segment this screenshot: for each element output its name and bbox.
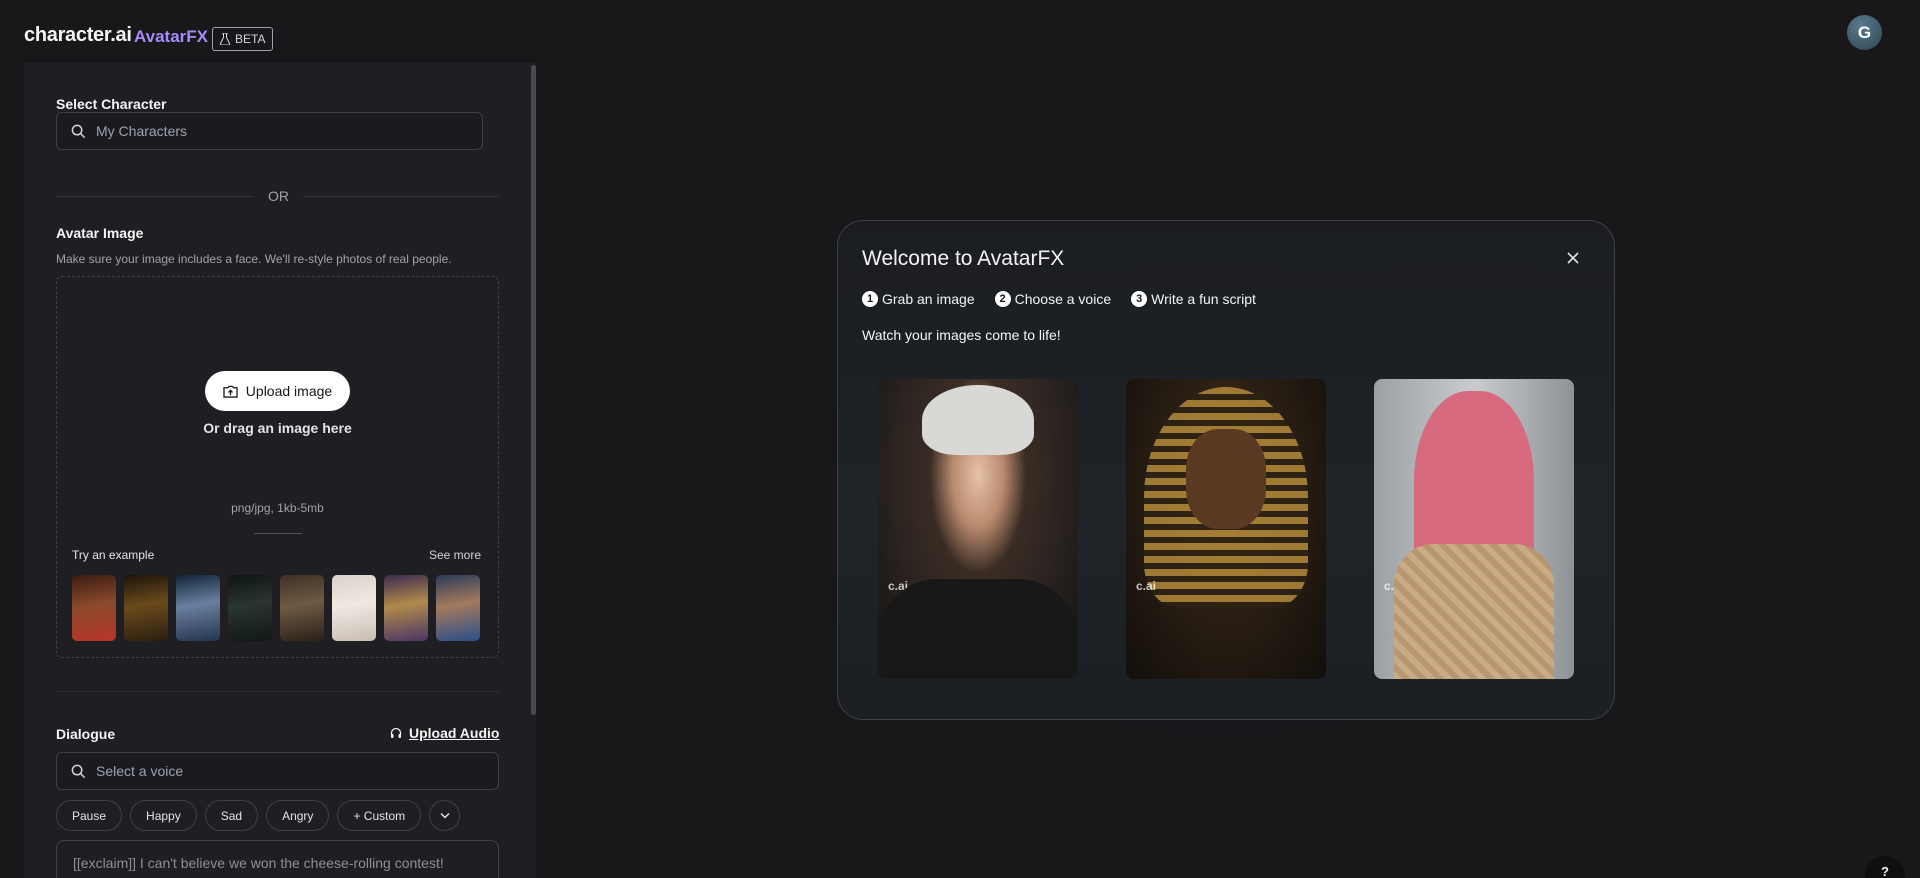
divider-right <box>303 196 499 197</box>
example-thumbnail[interactable] <box>436 575 480 641</box>
example-video-card[interactable]: c.ai <box>878 379 1078 679</box>
upload-icon <box>223 385 238 398</box>
card-watermark: c.ai <box>1136 579 1157 593</box>
step-2: 2 Choose a voice <box>994 291 1112 307</box>
onboarding-steps: 1 Grab an image 2 Choose a voice 3 Write… <box>862 291 1256 307</box>
example-thumbnail[interactable] <box>280 575 324 641</box>
or-divider-text: OR <box>268 188 289 204</box>
section-divider <box>56 691 499 692</box>
app-logo[interactable]: character.ai <box>24 24 132 47</box>
headphones-icon <box>390 727 402 738</box>
upload-image-label: Upload image <box>245 383 333 399</box>
voice-search-input[interactable]: Select a voice <box>56 752 499 790</box>
dialogue-label: Dialogue <box>56 726 116 742</box>
chip-happy[interactable]: Happy <box>130 800 197 831</box>
character-search-placeholder: My Characters <box>96 123 188 139</box>
example-thumbnail[interactable] <box>384 575 428 641</box>
example-thumbnail[interactable] <box>228 575 272 641</box>
try-example-label: Try an example <box>72 548 155 562</box>
upload-audio-link[interactable]: Upload Audio <box>390 725 499 741</box>
more-chips-button[interactable] <box>429 800 461 831</box>
example-thumbnail[interactable] <box>176 575 220 641</box>
step-number: 1 <box>862 291 878 307</box>
card-watermark: c.ai <box>888 579 909 593</box>
example-thumbnails <box>72 575 480 641</box>
character-search-input[interactable]: My Characters <box>56 112 483 150</box>
chip-pause[interactable]: Pause <box>56 800 123 831</box>
step-text: Write a fun script <box>1151 291 1256 307</box>
upload-audio-label: Upload Audio <box>409 725 500 741</box>
example-video-card[interactable]: c.ai <box>1126 379 1326 679</box>
card-watermark: c.ai <box>1384 579 1405 593</box>
step-text: Grab an image <box>882 291 975 307</box>
beta-label: BETA <box>235 32 266 46</box>
chip-angry[interactable]: Angry <box>266 800 330 831</box>
file-format-hint: png/jpg, 1kb-5mb <box>231 501 324 515</box>
drag-image-text: Or drag an image here <box>203 420 352 436</box>
chip-sad[interactable]: Sad <box>204 800 259 831</box>
product-name: AvatarFX <box>134 27 209 46</box>
modal-subtitle: Watch your images come to life! <box>862 327 1061 343</box>
step-text: Choose a voice <box>1014 291 1112 307</box>
select-character-label: Select Character <box>56 96 167 112</box>
welcome-modal: Welcome to AvatarFX 1 Grab an image 2 Ch… <box>837 220 1615 720</box>
example-thumbnail[interactable] <box>72 575 116 641</box>
chevron-down-icon <box>440 812 450 819</box>
avatar-image-label: Avatar Image <box>56 225 144 241</box>
avatar-image-hint: Make sure your image includes a face. We… <box>56 252 452 266</box>
emotion-chips: Pause Happy Sad Angry + Custom <box>56 800 461 831</box>
step-number: 3 <box>1131 291 1148 307</box>
divider-left <box>56 196 252 197</box>
chip-custom[interactable]: + Custom <box>337 800 422 831</box>
script-textarea[interactable]: [[exclaim]] I can't believe we won the c… <box>56 840 499 878</box>
help-button[interactable]: ? <box>1865 856 1905 878</box>
search-icon <box>71 124 86 138</box>
example-thumbnail[interactable] <box>332 575 376 641</box>
beta-badge: BETA <box>212 27 274 51</box>
step-number: 2 <box>994 291 1011 307</box>
search-icon <box>71 764 86 778</box>
step-1: 1 Grab an image <box>862 291 975 307</box>
see-more-link[interactable]: See more <box>429 548 481 562</box>
modal-title: Welcome to AvatarFX <box>862 247 1065 270</box>
close-icon[interactable] <box>1566 251 1580 265</box>
example-thumbnail[interactable] <box>124 575 168 641</box>
upload-image-button[interactable]: Upload image <box>205 371 350 411</box>
user-avatar[interactable]: G <box>1847 15 1882 50</box>
sidebar-scrollbar[interactable] <box>531 65 536 715</box>
step-3: 3 Write a fun script <box>1131 291 1256 307</box>
voice-search-placeholder: Select a voice <box>96 763 184 779</box>
example-video-card[interactable]: c.ai <box>1374 379 1574 679</box>
top-bar: character.ai AvatarFX BETA G <box>0 0 1920 62</box>
flask-icon <box>220 33 230 45</box>
format-underline <box>254 533 302 534</box>
